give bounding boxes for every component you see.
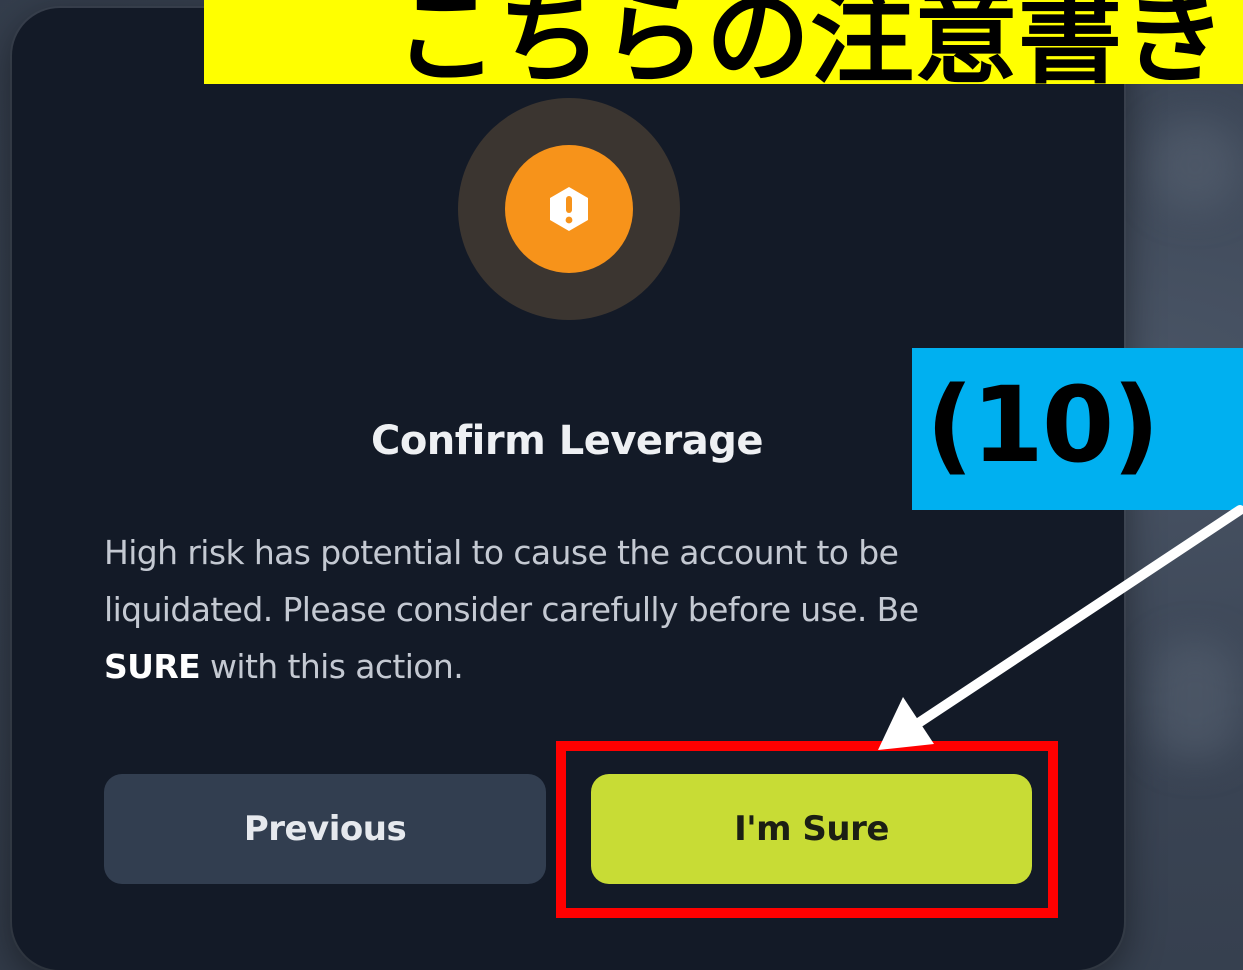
pointer-arrow	[878, 505, 1243, 750]
